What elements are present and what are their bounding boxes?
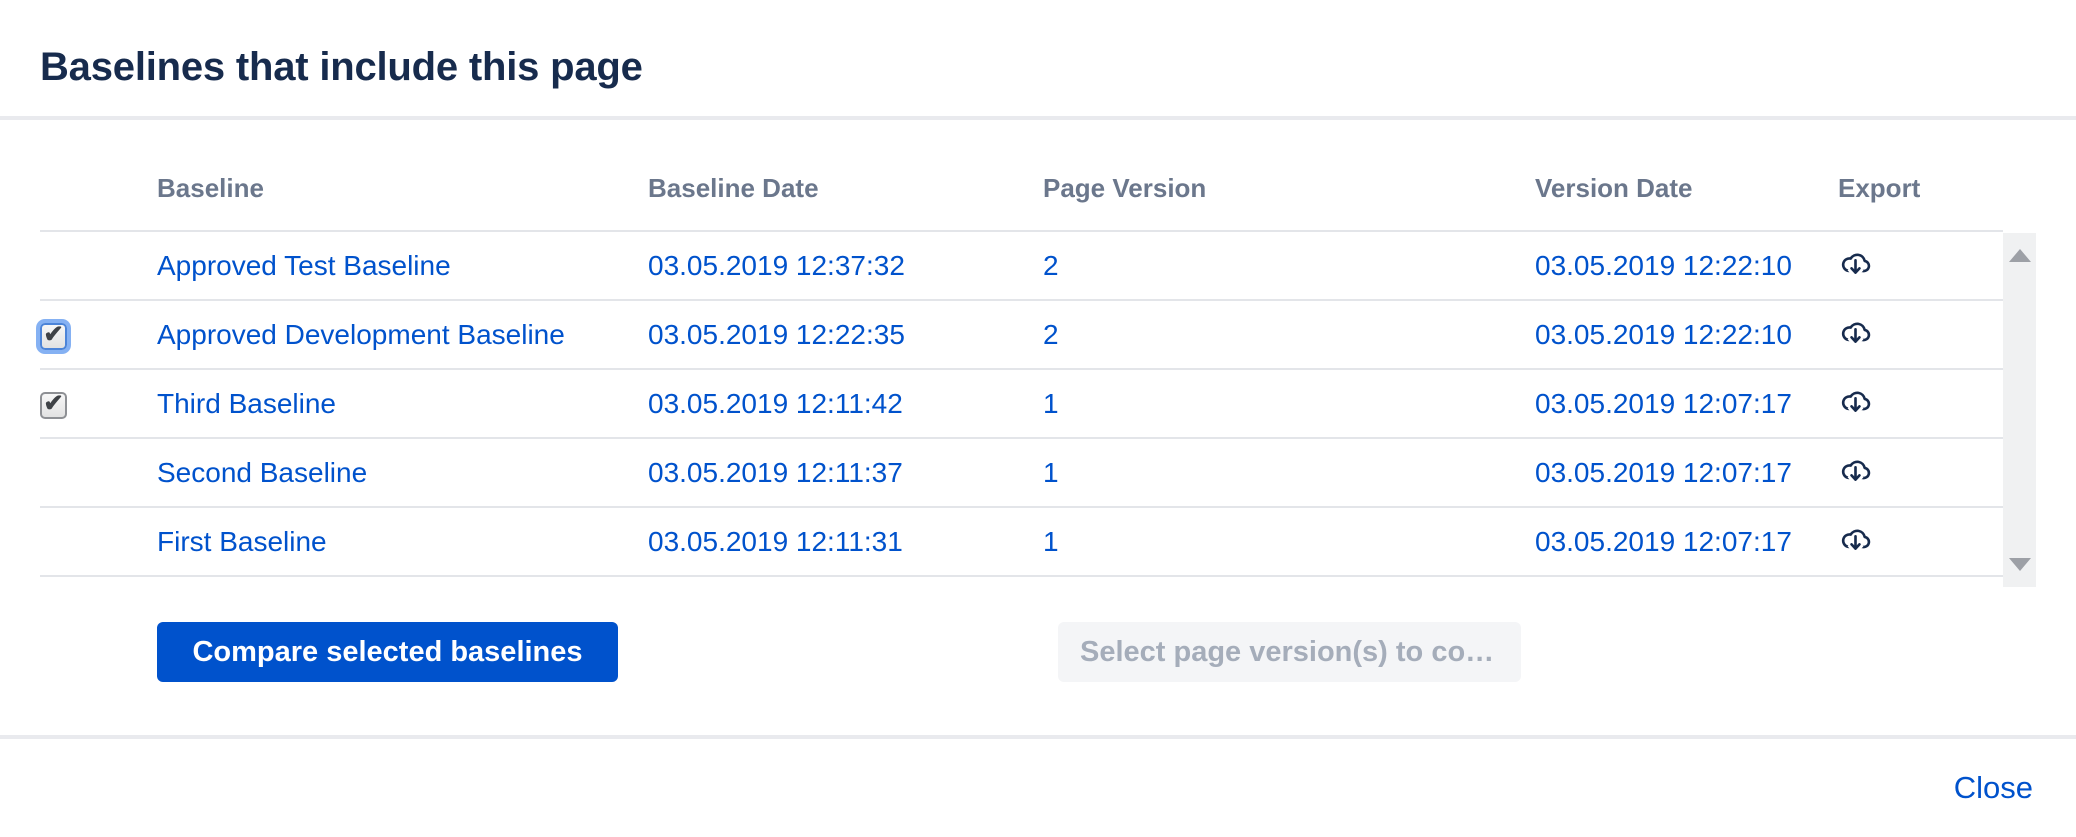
baselines-dialog: Baselines that include this page Baselin… — [0, 0, 2076, 837]
column-header-version-date: Version Date — [1535, 120, 1838, 231]
table-scrollbar[interactable] — [2003, 233, 2036, 587]
scrollbar-up-icon[interactable] — [2009, 249, 2031, 262]
version-date-link[interactable]: 03.05.2019 12:07:17 — [1535, 457, 1792, 488]
column-header-export: Export — [1838, 120, 2003, 231]
baseline-date-link[interactable]: 03.05.2019 12:11:42 — [648, 388, 903, 419]
page-version-link[interactable]: 1 — [1043, 388, 1059, 419]
baselines-table: Baseline Baseline Date Page Version Vers… — [40, 120, 2003, 577]
compare-selected-baselines-button[interactable]: Compare selected baselines — [157, 622, 618, 682]
baseline-link[interactable]: Approved Development Baseline — [157, 319, 565, 350]
cloud-download-icon — [1838, 521, 1873, 556]
scrollbar-down-icon[interactable] — [2009, 558, 2031, 571]
baseline-date-link[interactable]: 03.05.2019 12:11:37 — [648, 457, 903, 488]
export-button[interactable] — [1838, 452, 1873, 487]
cloud-download-icon — [1838, 452, 1873, 487]
table-row: Third Baseline 03.05.2019 12:11:42 1 03.… — [40, 369, 2003, 438]
cloud-download-icon — [1838, 383, 1873, 418]
export-button[interactable] — [1838, 245, 1873, 280]
baseline-link[interactable]: Third Baseline — [157, 388, 336, 419]
row-checkbox[interactable] — [40, 392, 67, 419]
export-button[interactable] — [1838, 383, 1873, 418]
page-version-link[interactable]: 1 — [1043, 526, 1059, 557]
page-version-link[interactable]: 1 — [1043, 457, 1059, 488]
baseline-link[interactable]: Second Baseline — [157, 457, 367, 488]
baseline-date-link[interactable]: 03.05.2019 12:37:32 — [648, 250, 905, 281]
version-date-link[interactable]: 03.05.2019 12:22:10 — [1535, 250, 1792, 281]
table-row: First Baseline 03.05.2019 12:11:31 1 03.… — [40, 507, 2003, 576]
column-header-baseline: Baseline — [157, 120, 648, 231]
baseline-link[interactable]: First Baseline — [157, 526, 327, 557]
export-button[interactable] — [1838, 521, 1873, 556]
table-header-row: Baseline Baseline Date Page Version Vers… — [40, 120, 2003, 231]
table-row: Second Baseline 03.05.2019 12:11:37 1 03… — [40, 438, 2003, 507]
cloud-download-icon — [1838, 245, 1873, 280]
page-version-link[interactable]: 2 — [1043, 319, 1059, 350]
select-page-versions-button: Select page version(s) to comp... — [1058, 622, 1521, 682]
column-header-page-version: Page Version — [1043, 120, 1535, 231]
version-date-link[interactable]: 03.05.2019 12:07:17 — [1535, 526, 1792, 557]
table-row: Approved Development Baseline 03.05.2019… — [40, 300, 2003, 369]
page-version-link[interactable]: 2 — [1043, 250, 1059, 281]
baseline-date-link[interactable]: 03.05.2019 12:11:31 — [648, 526, 903, 557]
version-date-link[interactable]: 03.05.2019 12:22:10 — [1535, 319, 1792, 350]
row-checkbox[interactable] — [40, 323, 67, 350]
baseline-link[interactable]: Approved Test Baseline — [157, 250, 451, 281]
baseline-date-link[interactable]: 03.05.2019 12:22:35 — [648, 319, 905, 350]
column-header-baseline-date: Baseline Date — [648, 120, 1043, 231]
footer-divider — [0, 735, 2076, 739]
close-button[interactable]: Close — [1954, 770, 2033, 806]
export-button[interactable] — [1838, 314, 1873, 349]
dialog-title: Baselines that include this page — [40, 45, 643, 90]
version-date-link[interactable]: 03.05.2019 12:07:17 — [1535, 388, 1792, 419]
table-row: Approved Test Baseline 03.05.2019 12:37:… — [40, 231, 2003, 300]
column-header-checkbox — [40, 120, 157, 231]
cloud-download-icon — [1838, 314, 1873, 349]
